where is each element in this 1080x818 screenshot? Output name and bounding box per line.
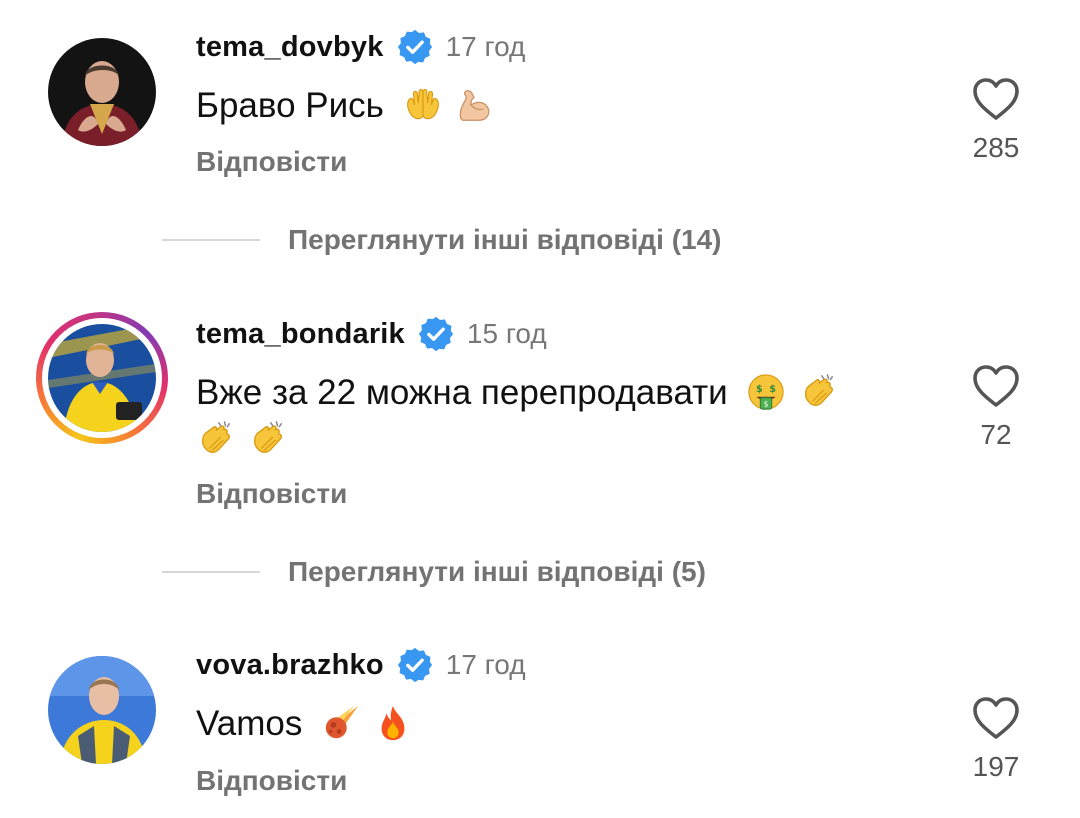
- view-more-replies-label[interactable]: Переглянути інші відповіді (5): [288, 556, 706, 588]
- svg-text:$: $: [764, 399, 769, 408]
- comet-emoji: [322, 704, 360, 742]
- timestamp: 15 год: [466, 318, 547, 349]
- fire-emoji: [374, 704, 412, 742]
- reply-button[interactable]: Відповісти: [196, 478, 347, 510]
- username[interactable]: vova.brazhko: [196, 649, 384, 682]
- verified-badge-icon: [417, 315, 455, 353]
- raising-hands-emoji: [404, 86, 442, 124]
- reply-button[interactable]: Відповісти: [196, 146, 347, 178]
- svg-text:$: $: [770, 384, 777, 395]
- like-control: 72: [968, 363, 1024, 451]
- flexed-biceps-emoji: [455, 86, 493, 124]
- clapping-hands-emoji: [248, 420, 286, 458]
- username[interactable]: tema_bondarik: [196, 318, 405, 351]
- view-more-replies[interactable]: Переглянути інші відповіді (5): [162, 552, 706, 592]
- avatar[interactable]: [48, 38, 156, 146]
- money-mouth-face-emoji: $ $ $: [747, 373, 785, 411]
- like-control: 285: [968, 76, 1024, 164]
- comment-header: tema_bondarik 15 год: [196, 314, 547, 354]
- heart-icon[interactable]: [968, 363, 1024, 409]
- comment-header: vova.brazhko 17 год: [196, 645, 526, 685]
- heart-icon[interactable]: [968, 695, 1024, 741]
- comment-text: Vamos: [196, 704, 303, 743]
- like-count: 197: [972, 751, 1020, 782]
- username[interactable]: tema_dovbyk: [196, 31, 384, 64]
- comment-text-block: Вже за 22 можна перепродавати $ $ $: [196, 369, 896, 463]
- reply-button[interactable]: Відповісти: [196, 765, 347, 797]
- view-more-replies-label[interactable]: Переглянути інші відповіді (14): [288, 224, 721, 256]
- svg-text:$: $: [757, 384, 764, 395]
- like-count: 72: [980, 419, 1012, 450]
- timestamp: 17 год: [445, 31, 526, 62]
- view-more-replies[interactable]: Переглянути інші відповіді (14): [162, 220, 721, 260]
- avatar-image: [48, 324, 156, 432]
- like-count: 285: [972, 132, 1020, 163]
- avatar[interactable]: [48, 656, 156, 764]
- comment-text: Браво Рись: [196, 86, 384, 125]
- verified-badge-icon: [396, 28, 434, 66]
- timestamp: 17 год: [445, 649, 526, 680]
- comment-text-block: Браво Рись: [196, 82, 896, 129]
- divider-line: [162, 571, 260, 573]
- divider-line: [162, 239, 260, 241]
- avatar[interactable]: [36, 312, 168, 444]
- comment-header: tema_dovbyk 17 год: [196, 27, 525, 67]
- comment-text-block: Vamos: [196, 700, 896, 747]
- comment-text: Вже за 22 можна перепродавати: [196, 373, 728, 412]
- heart-icon[interactable]: [968, 76, 1024, 122]
- like-control: 197: [968, 695, 1024, 783]
- clapping-hands-emoji: [196, 420, 234, 458]
- clapping-hands-emoji: [799, 373, 837, 411]
- verified-badge-icon: [396, 646, 434, 684]
